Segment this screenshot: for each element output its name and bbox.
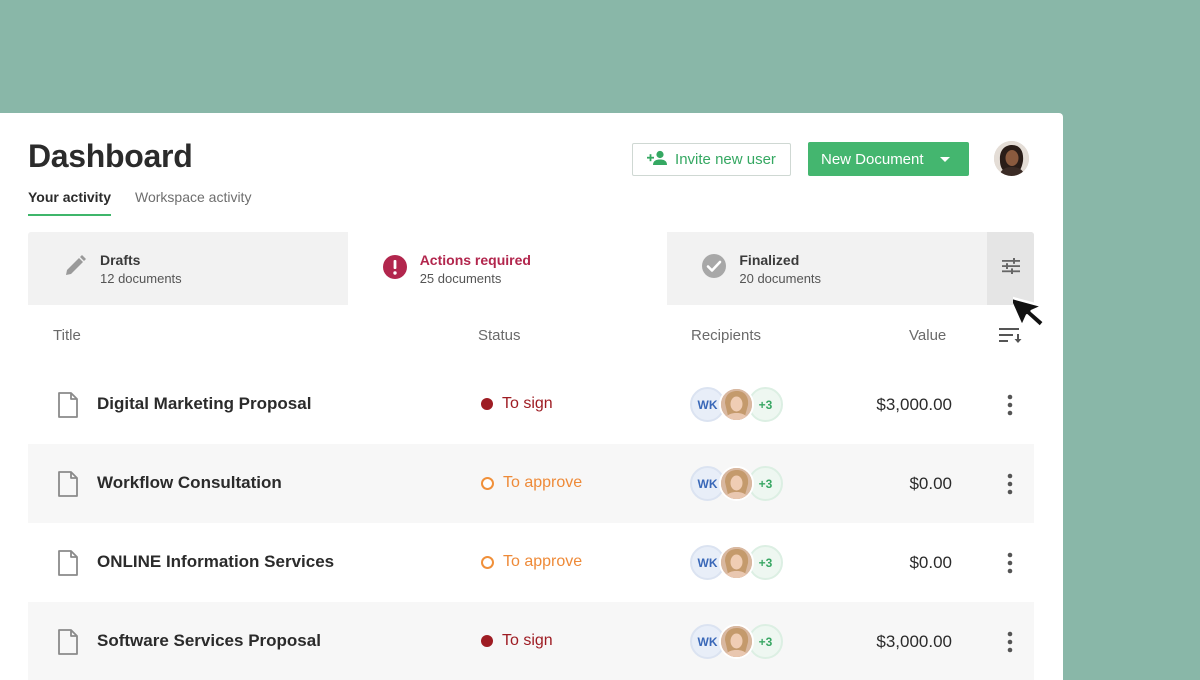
recipients-group[interactable]: WK +3 [690, 624, 790, 659]
invite-new-user-button[interactable]: Invite new user [632, 143, 791, 176]
new-document-label: New Document [821, 150, 924, 168]
document-title[interactable]: Workflow Consultation [97, 473, 282, 493]
card-finalized[interactable]: Finalized 20 documents [667, 232, 987, 305]
table-row[interactable]: Workflow Consultation To approve WK +3 $… [28, 444, 1034, 523]
status-badge: To approve [481, 474, 582, 492]
status-ring-icon [481, 476, 494, 490]
status-label: To approve [503, 474, 583, 491]
pencil-icon [62, 253, 88, 284]
card-drafts-count: 12 documents [100, 270, 182, 286]
document-icon [57, 392, 79, 423]
recipients-group[interactable]: WK +3 [690, 387, 790, 422]
status-badge: To sign [481, 632, 553, 650]
recipient-avatar [719, 545, 754, 580]
dashboard-panel: Dashboard Your activity Workspace activi… [0, 113, 1063, 680]
recipient-avatar [719, 624, 754, 659]
check-circle-icon [701, 253, 727, 284]
invite-label: Invite new user [675, 151, 776, 168]
more-options-icon[interactable] [1006, 631, 1014, 658]
status-ring-icon [481, 555, 494, 569]
activity-tabs: Your activity Workspace activity [28, 189, 251, 216]
alert-icon [382, 254, 408, 285]
tab-your-activity[interactable]: Your activity [28, 189, 111, 216]
recipients-group[interactable]: WK +3 [690, 466, 790, 501]
more-options-icon[interactable] [1006, 394, 1014, 421]
status-cards: Drafts 12 documents Actions required 25 … [28, 232, 1035, 306]
document-title[interactable]: Digital Marketing Proposal [97, 394, 311, 414]
card-finalized-label: Finalized [739, 251, 800, 268]
status-label: To approve [503, 553, 583, 570]
document-title[interactable]: Software Services Proposal [97, 631, 321, 651]
status-dot-icon [481, 398, 493, 410]
column-status[interactable]: Status [478, 327, 521, 344]
more-options-icon[interactable] [1006, 473, 1014, 500]
document-icon [57, 629, 79, 660]
recipient-avatar [719, 387, 754, 422]
card-drafts-label: Drafts [100, 251, 141, 268]
page-title: Dashboard [28, 138, 193, 174]
recipient-avatar [719, 466, 754, 501]
table-row[interactable]: Digital Marketing Proposal To sign WK +3… [28, 365, 1034, 444]
document-value: $0.00 [909, 553, 952, 572]
sliders-icon [1001, 258, 1020, 279]
status-badge: To sign [481, 395, 553, 413]
card-actions-label: Actions required [419, 252, 531, 268]
recipients-group[interactable]: WK +3 [690, 545, 790, 580]
caret-down-icon [939, 156, 950, 162]
document-value: $3,000.00 [876, 632, 952, 651]
status-label: To sign [502, 632, 553, 649]
document-icon [57, 550, 79, 581]
new-document-button[interactable]: New Document [808, 142, 969, 176]
tab-workspace-activity[interactable]: Workspace activity [135, 189, 251, 216]
table-row[interactable]: ONLINE Information Services To approve W… [28, 523, 1034, 602]
add-user-icon [647, 150, 669, 170]
card-actions-required[interactable]: Actions required 25 documents [347, 232, 668, 306]
document-value: $3,000.00 [876, 395, 952, 414]
status-badge: To approve [481, 553, 582, 571]
status-label: To sign [502, 395, 553, 412]
column-recipients[interactable]: Recipients [691, 327, 761, 344]
document-title[interactable]: ONLINE Information Services [97, 552, 334, 572]
user-avatar[interactable] [994, 141, 1029, 176]
column-value[interactable]: Value [909, 327, 946, 344]
document-icon [57, 471, 79, 502]
table-row[interactable]: Software Services Proposal To sign WK +3… [28, 602, 1034, 680]
column-title[interactable]: Title [53, 327, 81, 344]
status-dot-icon [481, 635, 493, 647]
card-actions-count: 25 documents [419, 271, 502, 286]
card-finalized-count: 20 documents [739, 270, 822, 286]
more-options-icon[interactable] [1006, 552, 1014, 579]
document-value: $0.00 [909, 474, 952, 493]
card-drafts[interactable]: Drafts 12 documents [28, 232, 348, 305]
mouse-pointer-icon [1007, 288, 1059, 339]
